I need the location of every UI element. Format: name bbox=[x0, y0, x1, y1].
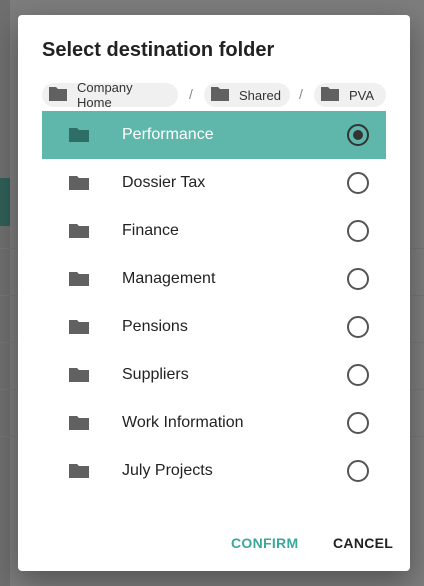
breadcrumb-item-pva[interactable]: PVA bbox=[314, 83, 386, 107]
breadcrumb-separator: / bbox=[299, 86, 303, 102]
folder-icon bbox=[68, 367, 90, 388]
list-item[interactable]: Performance bbox=[42, 111, 386, 159]
breadcrumb-label: PVA bbox=[349, 87, 375, 103]
folder-icon bbox=[210, 86, 230, 105]
radio-selected-icon[interactable] bbox=[347, 124, 369, 146]
radio-unselected-icon[interactable] bbox=[347, 172, 369, 194]
folder-label: Suppliers bbox=[122, 366, 189, 383]
folder-icon bbox=[68, 127, 90, 148]
folder-label: Management bbox=[122, 270, 216, 287]
list-item[interactable]: Management bbox=[42, 255, 386, 303]
breadcrumb-separator: / bbox=[189, 86, 193, 102]
radio-unselected-icon[interactable] bbox=[347, 364, 369, 386]
breadcrumb-label: Company Home bbox=[77, 80, 133, 110]
folder-label: Finance bbox=[122, 222, 179, 239]
folder-icon bbox=[48, 86, 68, 105]
folder-icon bbox=[68, 319, 90, 340]
select-folder-dialog: Select destination folder Company Home /… bbox=[18, 15, 410, 571]
radio-unselected-icon[interactable] bbox=[347, 316, 369, 338]
list-item[interactable]: Pensions bbox=[42, 303, 386, 351]
folder-icon bbox=[68, 463, 90, 484]
folder-icon bbox=[68, 415, 90, 436]
background-sidebar bbox=[0, 0, 10, 586]
cancel-button[interactable]: CANCEL bbox=[333, 535, 393, 551]
folder-label: July Projects bbox=[122, 462, 213, 479]
folder-icon bbox=[68, 175, 90, 196]
folder-icon bbox=[68, 271, 90, 292]
folder-label: Work Information bbox=[122, 414, 244, 431]
radio-unselected-icon[interactable] bbox=[347, 220, 369, 242]
list-item[interactable]: Dossier Tax bbox=[42, 159, 386, 207]
dialog-actions: CONFIRM CANCEL bbox=[18, 535, 410, 555]
list-item[interactable]: Suppliers bbox=[42, 351, 386, 399]
background-active-tab bbox=[0, 178, 10, 226]
breadcrumb-item-company-home[interactable]: Company Home bbox=[42, 80, 178, 110]
breadcrumb: Company Home / Shared / PVA bbox=[42, 80, 392, 110]
folder-icon bbox=[68, 223, 90, 244]
breadcrumb-item-shared[interactable]: Shared bbox=[204, 83, 290, 107]
radio-unselected-icon[interactable] bbox=[347, 268, 369, 290]
dialog-title: Select destination folder bbox=[42, 39, 275, 61]
breadcrumb-label: Shared bbox=[239, 87, 281, 103]
folder-label: Dossier Tax bbox=[122, 174, 206, 191]
folder-label: Pensions bbox=[122, 318, 188, 335]
confirm-button[interactable]: CONFIRM bbox=[231, 535, 298, 551]
folder-label: Performance bbox=[122, 126, 214, 143]
list-item[interactable]: Finance bbox=[42, 207, 386, 255]
folder-icon bbox=[320, 86, 340, 105]
list-item[interactable]: Work Information bbox=[42, 399, 386, 447]
radio-unselected-icon[interactable] bbox=[347, 412, 369, 434]
list-item[interactable]: July Projects bbox=[42, 447, 386, 495]
radio-unselected-icon[interactable] bbox=[347, 460, 369, 482]
